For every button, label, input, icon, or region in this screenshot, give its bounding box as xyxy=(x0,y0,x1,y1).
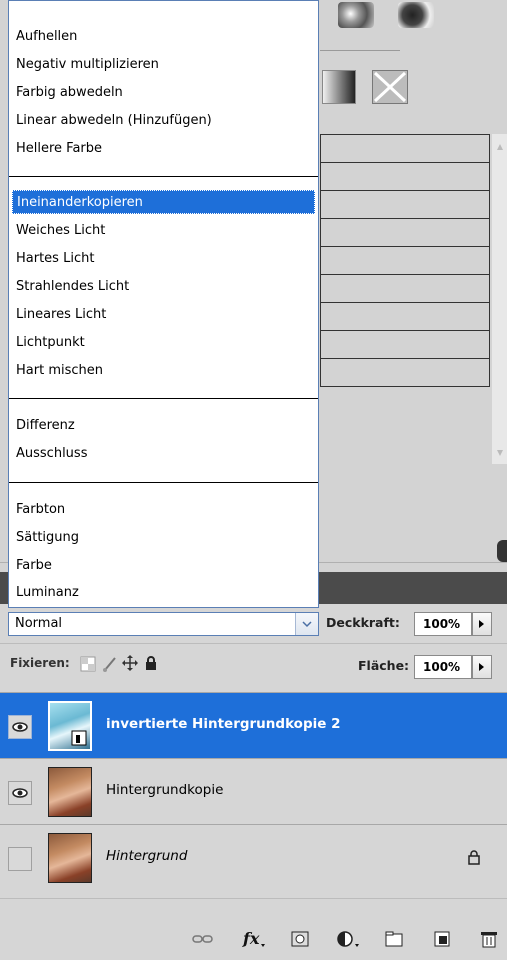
blend-option[interactable]: Farbe xyxy=(12,554,315,578)
blend-option[interactable]: Farbig abwedeln xyxy=(12,81,315,105)
fx-icon[interactable]: fx xyxy=(242,929,265,948)
lock-all-icon[interactable] xyxy=(143,655,159,671)
blend-option[interactable]: Hartes Licht xyxy=(12,247,315,271)
lock-transparency-icon[interactable] xyxy=(80,656,96,672)
visibility-toggle[interactable] xyxy=(8,781,32,805)
menu-separator xyxy=(9,398,318,399)
divider xyxy=(0,643,507,644)
style-list xyxy=(320,134,490,390)
trash-icon[interactable] xyxy=(478,930,500,948)
blend-option[interactable]: Lichtpunkt xyxy=(12,331,315,355)
blend-option[interactable]: Negativ multiplizieren xyxy=(12,53,315,77)
scrollbar[interactable] xyxy=(492,134,507,464)
style-swatch[interactable] xyxy=(338,2,374,28)
visibility-toggle[interactable] xyxy=(8,715,32,739)
new-layer-icon[interactable] xyxy=(432,930,454,948)
layer-thumbnail[interactable] xyxy=(48,767,92,817)
opacity-input[interactable]: 100% xyxy=(414,612,472,636)
blend-option[interactable]: Hart mischen xyxy=(12,359,315,383)
blend-option[interactable]: Weiches Licht xyxy=(12,219,315,243)
divider xyxy=(320,50,400,51)
layer-thumbnail[interactable] xyxy=(48,833,92,883)
layer-row[interactable]: Hintergrund xyxy=(0,824,507,890)
eye-icon xyxy=(12,722,28,732)
layer-name[interactable]: invertierte Hintergrundkopie 2 xyxy=(106,716,341,732)
blend-option[interactable]: Aufhellen xyxy=(12,25,315,49)
layer-name[interactable]: Hintergrund xyxy=(106,848,187,864)
blend-option[interactable]: Lineares Licht xyxy=(12,303,315,327)
lock-position-move-icon[interactable] xyxy=(122,655,138,671)
layer-thumbnail[interactable] xyxy=(48,701,92,751)
menu-separator xyxy=(9,482,318,483)
blend-option[interactable]: Differenz xyxy=(12,414,315,438)
mask-icon[interactable] xyxy=(290,930,312,948)
scroll-up-icon[interactable] xyxy=(496,140,504,150)
style-swatch[interactable] xyxy=(398,2,434,28)
opacity-label: Deckkraft: xyxy=(326,615,400,630)
blend-mode-dropdown: Aufhellen Negativ multiplizieren Farbig … xyxy=(8,0,319,608)
blend-option[interactable]: Linear abwedeln (Hinzufügen) xyxy=(12,109,315,133)
adjustment-icon[interactable] xyxy=(336,930,359,948)
layer-name[interactable]: Hintergrundkopie xyxy=(106,782,223,798)
blend-mode-select[interactable]: Normal xyxy=(8,612,319,636)
eye-icon xyxy=(12,788,28,798)
lock-label: Fixieren: xyxy=(10,656,70,670)
scroll-down-icon[interactable] xyxy=(496,446,504,456)
fill-input[interactable]: 100% xyxy=(414,655,472,679)
style-swatch-row xyxy=(336,0,507,44)
blend-option[interactable]: Luminanz xyxy=(12,581,315,605)
blend-option[interactable]: Sättigung xyxy=(12,526,315,550)
blend-option[interactable]: Ausschluss xyxy=(12,442,315,466)
blend-option[interactable]: Farbton xyxy=(12,498,315,522)
divider xyxy=(0,898,507,899)
menu-separator xyxy=(9,176,318,177)
lock-icon xyxy=(466,849,482,865)
blend-option[interactable]: Strahlendes Licht xyxy=(12,275,315,299)
none-swatch[interactable] xyxy=(372,70,408,104)
fill-slider-button[interactable] xyxy=(472,655,492,679)
layers-footer-toolbar: fx xyxy=(0,918,507,960)
opacity-slider-button[interactable] xyxy=(472,612,492,636)
gradient-swatch[interactable] xyxy=(322,70,356,104)
lock-pixels-brush-icon[interactable] xyxy=(102,656,118,672)
visibility-toggle[interactable] xyxy=(8,847,32,871)
svg-text:fx: fx xyxy=(242,930,260,948)
blend-option-selected[interactable]: Ineinanderkopieren xyxy=(12,190,315,214)
opacity-value: 100% xyxy=(423,617,461,631)
fill-label: Fläche: xyxy=(358,658,410,673)
layer-row[interactable]: invertierte Hintergrundkopie 2 xyxy=(0,692,507,758)
blend-mode-value: Normal xyxy=(15,616,63,631)
link-icon[interactable] xyxy=(192,930,214,948)
layer-row[interactable]: Hintergrundkopie xyxy=(0,758,507,824)
chevron-down-icon[interactable] xyxy=(295,613,318,635)
fill-value: 100% xyxy=(423,660,461,674)
blend-option[interactable]: Hellere Farbe xyxy=(12,137,315,161)
panel-resize-handle[interactable] xyxy=(497,540,507,562)
folder-icon[interactable] xyxy=(384,930,406,948)
